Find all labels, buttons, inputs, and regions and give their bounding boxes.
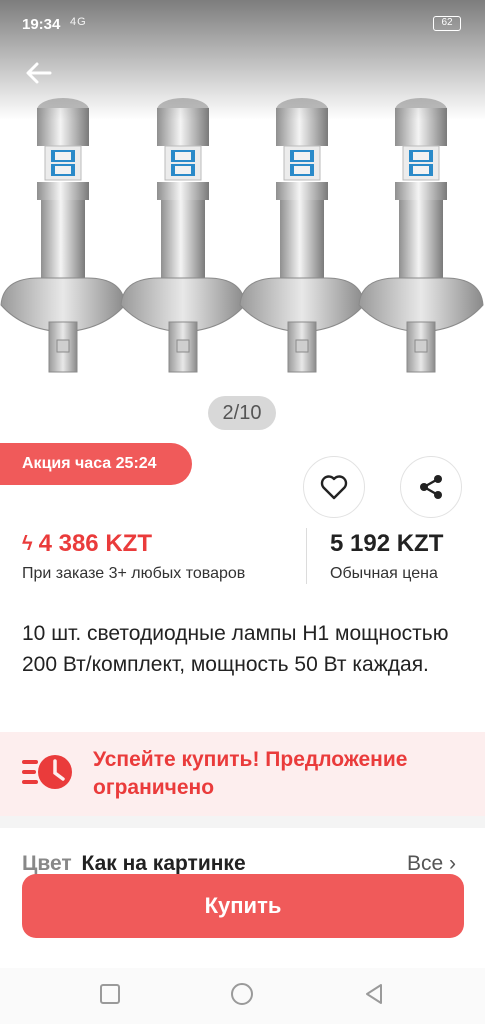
gallery-page-indicator: 2/10 <box>208 396 276 430</box>
product-title: 10 шт. светодиодные лампы H1 мощностью 2… <box>22 622 449 676</box>
favorite-button[interactable] <box>303 456 365 518</box>
battery-icon: 62 <box>433 16 461 31</box>
urgency-banner: Успейте купить! Предложение ограничено <box>0 732 485 816</box>
bottom-spacer <box>0 938 485 968</box>
section-divider <box>0 816 485 828</box>
heart-icon <box>320 475 348 500</box>
all-options-label: Все <box>406 852 444 875</box>
status-bar: 19:34 4G 62 <box>0 0 485 50</box>
system-nav-bar <box>0 968 485 1024</box>
signal-icon: 4G <box>70 16 87 28</box>
product-image <box>0 97 484 373</box>
promo-price-value: 4 386 KZT <box>38 530 152 557</box>
flash-sale-badge: Акция часа 25:24 <box>0 443 192 485</box>
fast-clock-icon <box>22 755 72 789</box>
urgency-text: Успейте купить! Предложение ограничено <box>93 748 408 799</box>
share-icon <box>420 475 442 499</box>
price-divider <box>306 528 307 584</box>
home-icon[interactable] <box>228 980 256 1008</box>
chevron-right-icon: › <box>449 852 456 875</box>
regular-price-label: Обычная цена <box>330 565 438 582</box>
color-value: Как на картинке <box>81 852 246 875</box>
back-icon[interactable] <box>360 980 388 1008</box>
lightning-icon: ϟ <box>22 532 33 555</box>
status-time: 19:34 <box>22 16 61 33</box>
promo-price-condition: При заказе 3+ любых товаров <box>22 565 246 582</box>
product-gallery[interactable]: 2/10 <box>0 0 485 440</box>
regular-price: 5 192 KZT <box>330 530 444 557</box>
buy-button[interactable]: Купить <box>22 874 464 938</box>
recent-apps-icon[interactable] <box>96 980 124 1008</box>
promo-price: ϟ 4 386 KZT <box>22 530 152 558</box>
color-label: Цвет <box>22 852 72 875</box>
share-button[interactable] <box>400 456 462 518</box>
all-options-link[interactable]: Все › <box>407 852 456 876</box>
back-arrow-icon[interactable] <box>24 58 54 88</box>
